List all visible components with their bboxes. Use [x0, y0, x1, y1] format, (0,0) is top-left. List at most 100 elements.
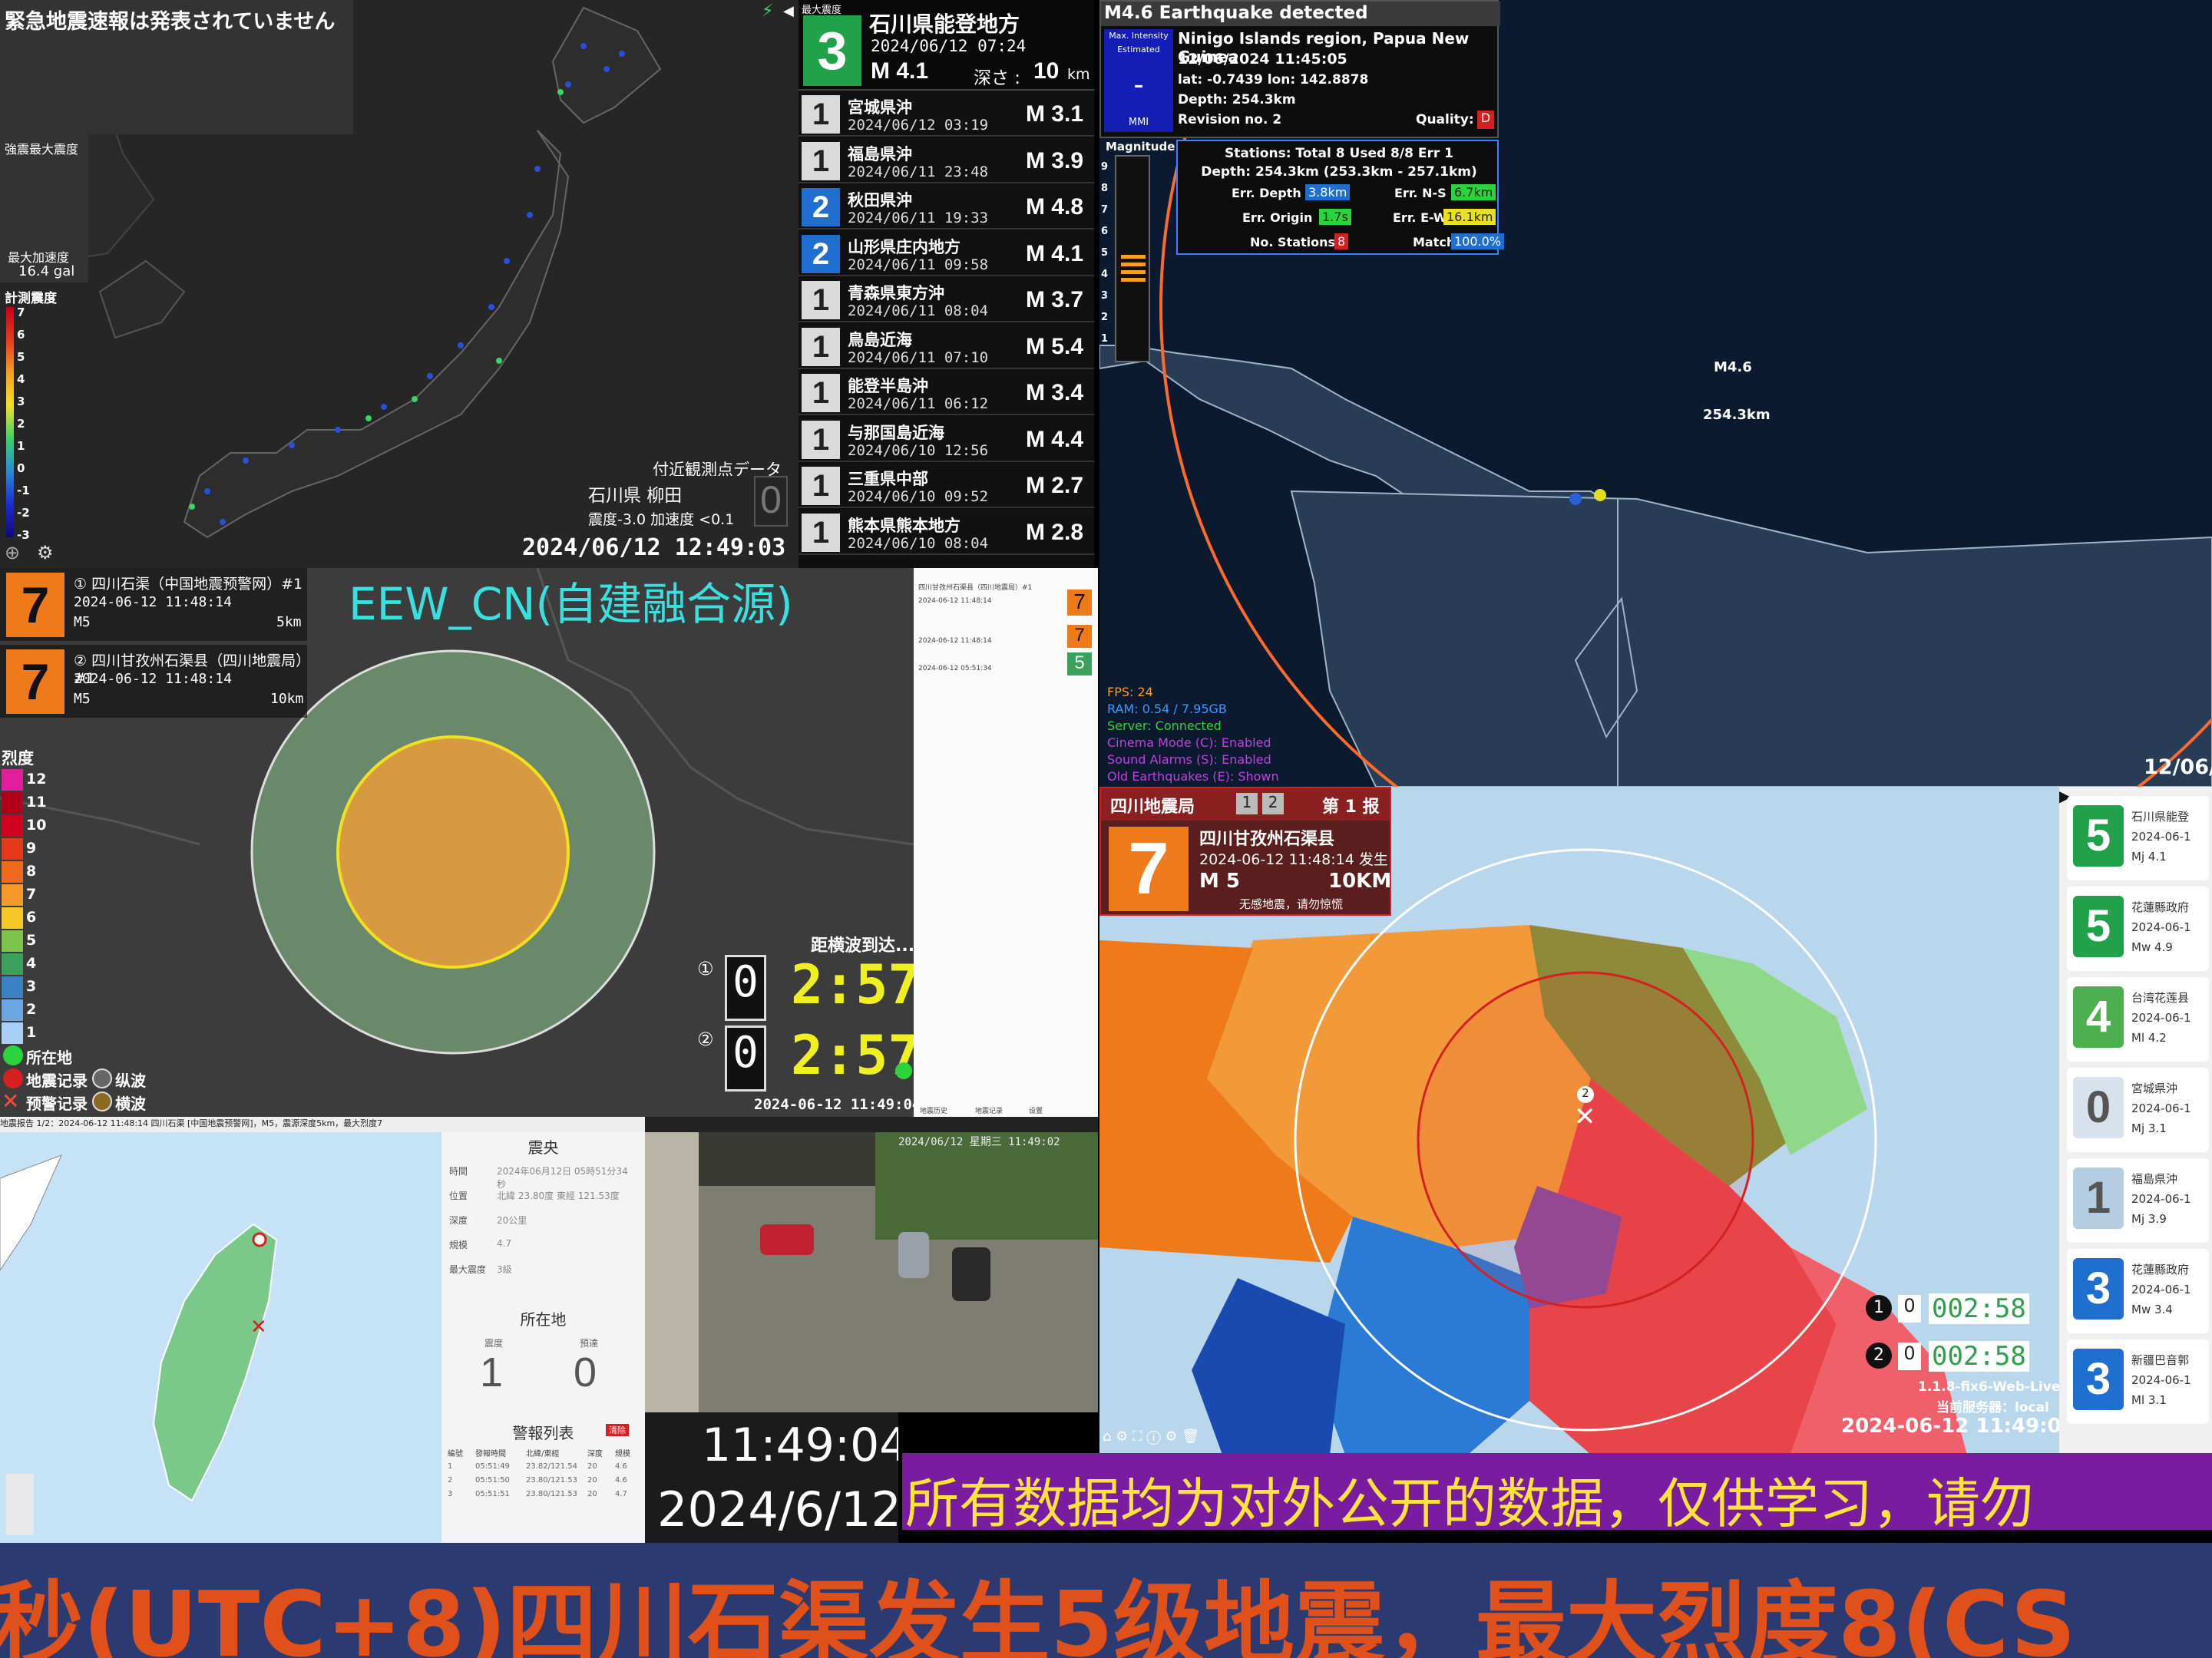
- tw-col1: 震度: [484, 1338, 504, 1349]
- cn-tab-history[interactable]: 地震历史: [920, 1105, 947, 1115]
- err-origin-label: Err. Origin: [1242, 210, 1313, 225]
- cn-title: EEW_CN(自建融合源): [349, 578, 793, 630]
- jp-list-row[interactable]: 2 秋田県沖 2024/06/11 19:33 M 4.8: [799, 185, 1094, 230]
- mmi-value: -: [1133, 68, 1144, 101]
- jp-list-row[interactable]: 1 熊本県熊本地方 2024/06/10 08:04 M 2.8: [799, 510, 1094, 555]
- sc-badge-1[interactable]: 1: [1236, 793, 1258, 814]
- settings-gear-icon[interactable]: ⚙: [37, 542, 54, 563]
- loc-label: 所在地: [26, 1049, 72, 1067]
- sc-item-name: 新疆巴音郭: [2131, 1353, 2190, 1367]
- magnitude-label: Magnitude: [1106, 140, 1175, 154]
- jp-row-mag: M 3.9: [1025, 147, 1083, 173]
- jp-row-place: 秋田県沖: [848, 191, 912, 210]
- sc-item-intensity: 3: [2073, 1258, 2124, 1319]
- sc-history-item[interactable]: 5 花蓮縣政府 2024-06-1 Mw 4.9: [2067, 887, 2209, 971]
- tw-alert-cell: 4.6: [615, 1476, 627, 1485]
- jp-row-time: 2024/06/11 19:33: [848, 210, 989, 226]
- jp-list-row[interactable]: 1 青森県東方沖 2024/06/11 08:04 M 3.7: [799, 278, 1094, 322]
- tw-map[interactable]: ✕: [0, 1132, 441, 1543]
- max-accel-value: 16.4 gal: [18, 263, 75, 279]
- sc-cd2-n: 0: [1898, 1343, 1921, 1370]
- s-wave-label: 横波: [115, 1095, 146, 1113]
- sc-badge-2[interactable]: 2: [1262, 793, 1284, 814]
- jp-row-place: 青森県東方沖: [848, 284, 944, 302]
- err-ew-value: 16.1km: [1443, 209, 1496, 225]
- stations-card: Stations: Total 8 Used 8/8 Err 1 Depth: …: [1176, 140, 1505, 255]
- cn-intensity-legend: 12 11 10 9 8 7 6 5 4 3 2 1: [2, 769, 55, 1050]
- sc-item-intensity: 4: [2073, 986, 2124, 1048]
- legend-value: 10: [26, 817, 47, 834]
- jp-row-place: 熊本県熊本地方: [848, 516, 961, 535]
- latest-quake-card[interactable]: 最大震度 3 石川県能登地方 2024/06/12 07:24 M 4.1 深さ…: [799, 0, 1094, 91]
- old-earthquakes[interactable]: Old Earthquakes (E): Shown: [1107, 769, 1279, 784]
- cn-r2-intensity: 7: [6, 649, 64, 714]
- sc-history-list: ▶ 5 石川県能登 2024-06-1 Mj 4.1 5 花蓮縣政府 2024-06-1 Mw…: [2059, 787, 2212, 1455]
- jp-list-row[interactable]: 2 山形県庄内地方 2024/06/11 09:58 M 4.1: [799, 231, 1094, 276]
- jp-list-row[interactable]: 1 鳥島近海 2024/06/11 07:10 M 5.4: [799, 324, 1094, 369]
- sc-history-item[interactable]: 0 宮城県沖 2024-06-1 Mj 3.1: [2067, 1068, 2209, 1152]
- nstations-label: No. Stations: [1250, 235, 1336, 249]
- ticker1-text: 所有数据均为对外公开的数据，仅供学习，请勿: [905, 1472, 2034, 1530]
- cn-side-item-1[interactable]: 四川甘孜州石渠县（四川地震局）#1: [918, 582, 1032, 592]
- sound-alarms[interactable]: Sound Alarms (S): Enabled: [1107, 752, 1271, 767]
- mag-tick: 1: [1101, 333, 1109, 345]
- cn-side-item-4[interactable]: 2024-06-12 05:51:34: [918, 665, 992, 672]
- jp-list-row[interactable]: 1 三重県中部 2024/06/10 09:52 M 2.7: [799, 464, 1094, 508]
- map-mag-label: M4.6: [1714, 359, 1752, 375]
- tw-row-value: 北緯 23.80度 東經 121.53度: [497, 1191, 620, 1201]
- jp-row-mag: M 3.4: [1025, 380, 1083, 405]
- sc-history-item[interactable]: 4 台湾花莲县 2024-06-1 Ml 4.2: [2067, 977, 2209, 1062]
- jp-row-place: 鳥島近海: [848, 330, 912, 349]
- sc-report-card[interactable]: 四川地震局 1 2 第 1 报 7 四川甘孜州石渠县 2024-06-12 11…: [1099, 787, 1391, 916]
- legend-swatch: [2, 838, 23, 860]
- global-quake-panel: M4.6 Earthquake detected Max. Intensity …: [1099, 0, 2212, 787]
- mmi-box: Max. Intensity Estimated - MMI: [1104, 29, 1173, 132]
- legend-swatch: [2, 930, 23, 952]
- sc-history-item[interactable]: 3 花蓮縣政府 2024-06-1 Mw 3.4: [2067, 1249, 2209, 1333]
- sc-item-intensity: 1: [2073, 1168, 2124, 1229]
- jp-list-row[interactable]: 1 福島県沖 2024/06/11 23:48 M 3.9: [799, 138, 1094, 183]
- sc-history-item[interactable]: 3 新疆巴音郭 2024-06-1 Ml 3.1: [2067, 1339, 2209, 1424]
- sichuan-eew-panel: 四川地震局 1 2 第 1 报 7 四川甘孜州石渠县 2024-06-12 11…: [1099, 787, 2212, 1455]
- sc-history-item[interactable]: 5 石川県能登 2024-06-1 Mj 4.1: [2067, 796, 2209, 880]
- sc-item-time: 2024-06-1: [2131, 1373, 2191, 1387]
- eew-cn-panel: 7 ① 四川石渠（中国地震预警网）#1 2024-06-12 11:48:14 …: [0, 568, 1098, 1117]
- cn-side-item-2[interactable]: 2024-06-12 11:48:14: [918, 597, 992, 605]
- legend-value: 6: [26, 909, 37, 926]
- jp-list-row[interactable]: 1 宮城県沖 2024/06/12 03:19 M 3.1: [799, 92, 1094, 137]
- sc-item-intensity: 0: [2073, 1077, 2124, 1138]
- cn-tab-records[interactable]: 地震记录: [975, 1105, 1003, 1115]
- taiwan-report-panel: 地震报告 1/2：2024-06-12 11:48:14 四川石渠 [中国地震预…: [0, 1117, 645, 1543]
- sc-history-item[interactable]: 1 福島県沖 2024-06-1 Mj 3.9: [2067, 1158, 2209, 1243]
- tw-alert-cell: 05:51:49: [475, 1462, 510, 1471]
- tw-alert-col: 編號: [448, 1450, 463, 1458]
- legend-value: 3: [26, 978, 37, 995]
- sc-report-no: 第 1 报: [1322, 798, 1380, 817]
- jp-row-place: 与那国島近海: [848, 423, 944, 442]
- jp-row-mag: M 4.4: [1025, 426, 1083, 452]
- collapse-arrow-icon[interactable]: ◀: [783, 3, 794, 19]
- jp-row-intensity: 1: [802, 467, 840, 505]
- countdown-2-marker: ②: [697, 1029, 714, 1050]
- location-icon[interactable]: ⊕: [5, 542, 20, 563]
- warn-label: 预警记录: [26, 1095, 88, 1113]
- jp-list-row[interactable]: 1 能登半島沖 2024/06/11 06:12 M 3.4: [799, 371, 1094, 415]
- png-latlon: lat: -0.7439 lon: 142.8878: [1178, 72, 1369, 88]
- tw-alert-clear[interactable]: 清除: [606, 1424, 629, 1436]
- tw-alert-cell: 1: [448, 1462, 453, 1471]
- cn-side-item-3[interactable]: 2024-06-12 11:48:14: [918, 637, 992, 645]
- cn-tab-settings[interactable]: 设置: [1029, 1105, 1043, 1115]
- match-label: Match: [1413, 235, 1456, 249]
- legend-swatch: [2, 769, 23, 791]
- sc-toolbar-icons[interactable]: ⌂ ⚙ ⛶ ⓘ ⚙ 🗑: [1103, 1428, 1199, 1445]
- cinema-mode[interactable]: Cinema Mode (C): Enabled: [1107, 735, 1271, 750]
- cn-report-1[interactable]: 7 ① 四川石渠（中国地震预警网）#1 2024-06-12 11:48:14 …: [0, 568, 307, 641]
- nstations-value: 8: [1334, 233, 1349, 249]
- news-ticker: 秒(UTC+8)四川石渠发生5级地震，最大烈度8(CS: [0, 1543, 2212, 1658]
- camera-overlay: 2024/06/12 星期三 11:49:02: [898, 1136, 1060, 1148]
- countdown-1: 2:57: [791, 953, 921, 1016]
- cn-report-2[interactable]: 7 ② 四川甘孜州石渠县（四川地震局）#1 2024-06-12 11:48:1…: [0, 645, 307, 718]
- sc-datetime: 2024-06-12 11:49:04: [1841, 1415, 2075, 1438]
- jp-list-row[interactable]: 1 与那国島近海 2024/06/10 12:56 M 4.4: [799, 417, 1094, 462]
- jp-row-mag: M 4.1: [1025, 240, 1083, 266]
